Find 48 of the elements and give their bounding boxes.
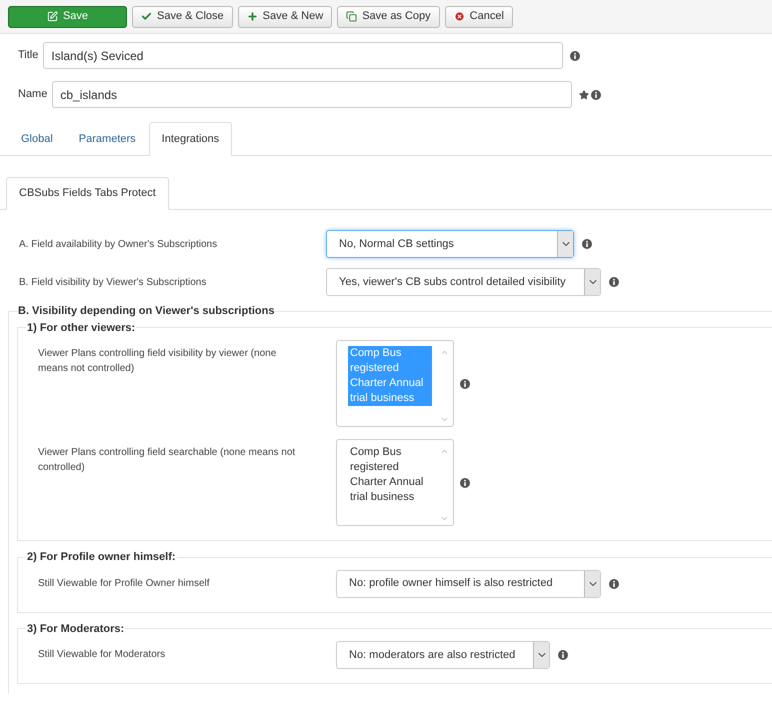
tab[interactable]: Integrations bbox=[148, 122, 232, 156]
toolbar-button[interactable]: Cancel bbox=[444, 6, 513, 28]
toolbar-button[interactable]: Save & Close bbox=[132, 6, 233, 28]
star-icon bbox=[579, 90, 590, 100]
close-icon bbox=[454, 11, 465, 22]
group-title: 3) For Moderators: bbox=[26, 622, 126, 636]
check-icon bbox=[141, 11, 152, 22]
edit-icon bbox=[46, 11, 58, 22]
section-title: B. Visibility depending on Viewer's subscriptions bbox=[18, 304, 274, 319]
dropdown[interactable]: No: profile owner himself is also restricted bbox=[336, 570, 601, 598]
dropdown-value: No: profile owner himself is also restricted bbox=[348, 576, 554, 592]
toolbar-button[interactable]: Save & New bbox=[238, 6, 332, 28]
dropdown[interactable]: No: moderators are also restricted bbox=[336, 641, 550, 669]
dropdown-value: No, Normal CB settings bbox=[338, 236, 455, 252]
dropdown[interactable]: Yes, viewer's CB subs control detailed visibility bbox=[326, 268, 601, 296]
text-field[interactable]: Island(s) Seviced bbox=[43, 42, 564, 69]
listbox[interactable]: Comp Bus registered Charter Annual trial business bbox=[336, 439, 454, 526]
setting-label: Still Viewable for Moderators bbox=[38, 648, 166, 662]
dropdown-value: No: moderators are also restricted bbox=[348, 648, 516, 663]
field-label: Title bbox=[18, 48, 38, 64]
tab[interactable]: CBSubs Fields Tabs Protect bbox=[6, 177, 169, 210]
setting-label: Viewer Plans controlling field searchable (none means not controlled) bbox=[38, 446, 296, 475]
listbox-option[interactable]: Charter Annual trial business bbox=[348, 475, 432, 505]
listbox-option[interactable]: Comp Bus registered bbox=[348, 445, 432, 475]
plus-icon bbox=[246, 11, 258, 22]
info-icon[interactable] bbox=[591, 90, 602, 100]
info-icon[interactable] bbox=[570, 50, 580, 60]
dropdown[interactable]: No, Normal CB settings bbox=[326, 230, 574, 258]
info-icon[interactable] bbox=[460, 478, 470, 488]
setting-label: A. Field availability by Owner's Subscriptions bbox=[19, 238, 218, 252]
setting-label: B. Field visibility by Viewer's Subscriptions bbox=[19, 276, 208, 290]
info-icon[interactable] bbox=[582, 239, 592, 249]
field-label: Name bbox=[18, 87, 48, 102]
group-title: 2) For Profile owner himself: bbox=[26, 550, 177, 565]
toolbar-button[interactable]: Save as Copy bbox=[337, 6, 440, 28]
info-icon[interactable] bbox=[460, 378, 470, 388]
info-icon[interactable] bbox=[609, 578, 619, 588]
setting-label: Viewer Plans controlling field visibility by viewer (none means not controlled) bbox=[38, 347, 278, 376]
tab[interactable]: Global bbox=[8, 122, 66, 156]
text-field[interactable]: cb_islands bbox=[52, 81, 572, 108]
copy-icon bbox=[346, 11, 358, 22]
group-title: 1) For other viewers: bbox=[26, 320, 136, 336]
dropdown-value: Yes, viewer's CB subs control detailed visibility bbox=[338, 274, 567, 290]
tab[interactable]: Parameters bbox=[66, 122, 149, 156]
info-icon[interactable] bbox=[609, 277, 619, 287]
toolbar-button[interactable]: Save bbox=[8, 6, 127, 28]
info-icon[interactable] bbox=[558, 650, 568, 660]
setting-label: Still Viewable for Profile Owner himself bbox=[38, 576, 211, 590]
